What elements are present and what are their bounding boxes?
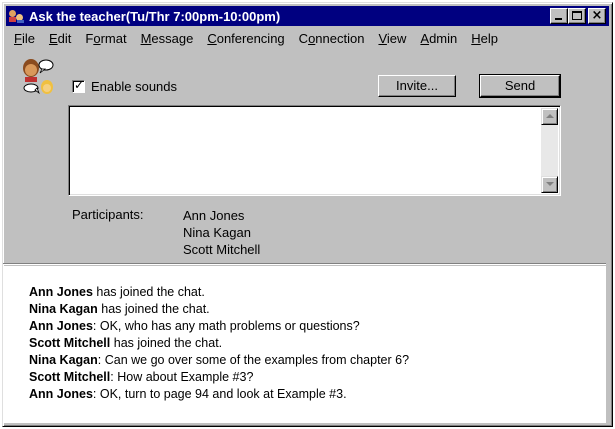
enable-sounds-label: Enable sounds bbox=[91, 79, 178, 94]
chat-message: Ann Jones has joined the chat. bbox=[29, 285, 205, 299]
menu-help[interactable]: Help bbox=[463, 31, 504, 46]
participants-label: Participants: bbox=[72, 207, 144, 222]
participant-item: Scott Mitchell bbox=[183, 242, 261, 257]
pane-divider[interactable] bbox=[3, 263, 606, 265]
menu-admin[interactable]: Admin bbox=[412, 31, 463, 46]
chat-participants-icon bbox=[23, 59, 54, 95]
enable-sounds-row[interactable]: ✓ Enable sounds bbox=[72, 78, 178, 94]
close-icon: × bbox=[591, 8, 603, 23]
caption-buttons: × bbox=[550, 8, 606, 24]
participant-item: Nina Kagan bbox=[183, 225, 251, 240]
compose-text[interactable] bbox=[73, 109, 538, 192]
compose-textarea[interactable] bbox=[68, 105, 561, 196]
menu-message[interactable]: Message bbox=[133, 31, 200, 46]
send-button[interactable]: Send bbox=[479, 74, 561, 98]
participants-list: Ann Jones Nina Kagan Scott Mitchell bbox=[183, 207, 260, 258]
checkmark-icon: ✓ bbox=[74, 78, 85, 92]
title-bar[interactable]: Ask the teacher(Tu/Thr 7:00pm-10:00pm) × bbox=[6, 6, 609, 26]
window-title: Ask the teacher(Tu/Thr 7:00pm-10:00pm) bbox=[29, 8, 281, 24]
participant-item: Ann Jones bbox=[183, 208, 245, 223]
maximize-icon bbox=[572, 11, 582, 20]
chat-message: Scott Mitchell has joined the chat. bbox=[29, 336, 223, 350]
chat-message: Ann Jones: OK, turn to page 94 and look … bbox=[29, 387, 347, 401]
invite-button[interactable]: Invite... bbox=[378, 75, 456, 97]
scroll-down-button[interactable] bbox=[541, 176, 558, 193]
menu-format[interactable]: Format bbox=[77, 31, 132, 46]
minimize-icon bbox=[555, 18, 562, 20]
chat-message: Ann Jones: OK, who has any math problems… bbox=[29, 319, 360, 333]
chat-app-icon bbox=[9, 9, 25, 23]
maximize-button[interactable] bbox=[568, 8, 586, 24]
menu-view[interactable]: View bbox=[370, 31, 412, 46]
compose-scrollbar[interactable] bbox=[541, 108, 558, 193]
enable-sounds-checkbox[interactable]: ✓ bbox=[72, 78, 85, 93]
menu-conferencing[interactable]: Conferencing bbox=[199, 31, 290, 46]
menu-edit[interactable]: Edit bbox=[41, 31, 77, 46]
scroll-up-icon bbox=[546, 114, 554, 118]
menu-file[interactable]: File bbox=[6, 31, 41, 46]
minimize-button[interactable] bbox=[550, 8, 568, 24]
chat-message: Nina Kagan has joined the chat. bbox=[29, 302, 210, 316]
chat-log: Ann Jones has joined the chat. Nina Kaga… bbox=[3, 266, 606, 423]
close-button[interactable]: × bbox=[588, 8, 606, 24]
menu-bar: File Edit Format Message Conferencing Co… bbox=[6, 28, 609, 48]
menu-connection[interactable]: Connection bbox=[291, 31, 371, 46]
scroll-up-button[interactable] bbox=[541, 108, 558, 125]
chat-message: Nina Kagan: Can we go over some of the e… bbox=[29, 353, 410, 367]
chat-message: Scott Mitchell: How about Example #3? bbox=[29, 370, 254, 384]
scroll-down-icon bbox=[546, 182, 554, 186]
